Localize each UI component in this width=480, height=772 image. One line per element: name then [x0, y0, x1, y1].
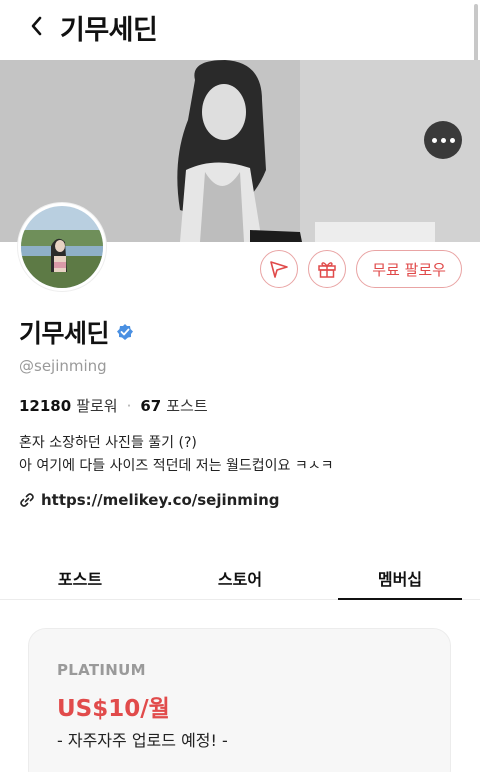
tab-store[interactable]: 스토어: [160, 556, 320, 599]
profile-stats: 12180 팔로워 · 67 포스트: [19, 395, 208, 416]
profile-link-text[interactable]: https://melikey.co/sejinming: [41, 491, 280, 509]
page-title: 기무세딘: [60, 15, 158, 46]
followers-count: 12180: [19, 396, 72, 415]
profile-name-row: 기무세딘: [19, 314, 134, 350]
verified-badge-icon: [117, 324, 134, 340]
back-button[interactable]: [22, 12, 50, 40]
more-horizontal-icon: [431, 137, 437, 143]
bio-line-1: 혼자 소장하던 사진들 풀기 (?): [19, 435, 197, 451]
gift-button[interactable]: [308, 250, 347, 288]
chevron-left-icon: [31, 16, 42, 36]
profile-tabs: 포스트 스토어 멤버십: [0, 556, 480, 600]
tab-posts[interactable]: 포스트: [0, 556, 160, 599]
membership-card[interactable]: PLATINUM US$10/월 - 자주자주 업로드 예정! -: [28, 628, 451, 772]
link-icon: [20, 493, 34, 507]
follow-button[interactable]: 무료 팔로우: [356, 250, 462, 288]
gift-icon: [318, 262, 336, 278]
avatar-photo: [21, 206, 103, 288]
plan-price: US$10/월: [57, 696, 170, 722]
profile-actions: 무료 팔로우: [260, 250, 462, 288]
posts-count: 67: [140, 396, 162, 415]
posts-label: 포스트: [166, 397, 208, 415]
profile-name: 기무세딘: [19, 319, 110, 348]
followers-label[interactable]: 팔로워: [76, 395, 117, 416]
send-icon: [270, 261, 289, 278]
tab-membership[interactable]: 멤버십: [320, 556, 480, 600]
profile-handle: @sejinming: [19, 357, 107, 375]
plan-description: - 자주자주 업로드 예정! -: [57, 731, 228, 750]
stats-separator: ·: [126, 396, 132, 415]
scrollbar[interactable]: [474, 4, 478, 64]
top-bar: 기무세딘: [0, 0, 480, 56]
profile-link[interactable]: https://melikey.co/sejinming: [19, 491, 280, 509]
plan-name: PLATINUM: [57, 661, 146, 679]
more-button[interactable]: [424, 121, 462, 159]
avatar[interactable]: [18, 203, 106, 291]
profile-bio: 혼자 소장하던 사진들 풀기 (?) 아 여기에 다들 사이즈 적던데 저는 월…: [19, 432, 334, 478]
bio-line-2: 아 여기에 다들 사이즈 적던데 저는 월드컵이요 ㅋㅅㅋ: [19, 458, 334, 474]
share-button[interactable]: [260, 250, 299, 288]
